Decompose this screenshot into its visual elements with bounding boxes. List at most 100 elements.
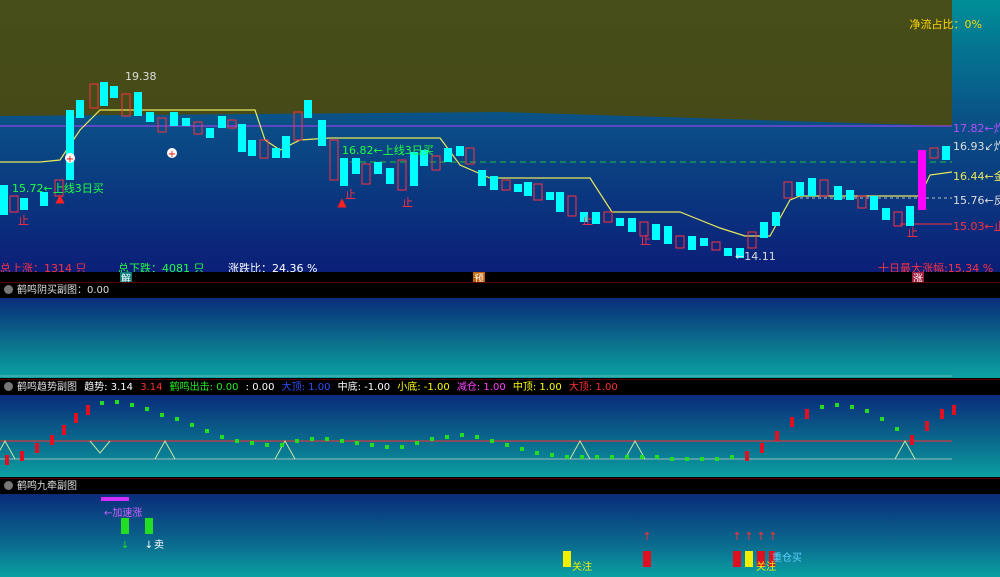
- trend-bar: [340, 439, 344, 443]
- sub1-title: 鹤鸣阴买副图：0.00: [17, 285, 110, 296]
- sub1-panel[interactable]: [0, 298, 1000, 378]
- collapse-icon[interactable]: [4, 382, 13, 391]
- marker-zhang: 涨: [912, 272, 924, 282]
- candle: [942, 146, 950, 160]
- trend-bar: [430, 437, 434, 441]
- marker-jie: 解: [120, 272, 132, 282]
- candle: [808, 178, 816, 196]
- trend-bar: [550, 453, 554, 457]
- candle: [688, 236, 696, 250]
- trend-bars: [5, 400, 956, 465]
- heavy-buy-label: 重仓买: [772, 553, 802, 564]
- price-17-82: 17.82←炸: [953, 122, 1000, 135]
- candle: [397, 159, 407, 191]
- trend-bar: [865, 409, 869, 413]
- trend-bar: [190, 423, 194, 427]
- marker-row: 解 预 涨: [0, 272, 1000, 282]
- svg-text:↑: ↑: [756, 530, 765, 543]
- trend-bar: [310, 437, 314, 441]
- candle: [238, 124, 246, 152]
- trend-bar: [640, 455, 644, 459]
- candle: [819, 179, 829, 197]
- candle: [652, 224, 660, 240]
- candle: [218, 116, 226, 128]
- candle: [514, 184, 522, 192]
- candle: [100, 82, 108, 106]
- main-chart-svg: ▲ ▲ + +: [0, 0, 953, 258]
- candle: [524, 182, 532, 196]
- trend-bar: [835, 403, 839, 407]
- trend-bar: [160, 413, 164, 417]
- sub3-panel[interactable]: ↓ ↓ ↑ ↑ ↑ ↑ ↑ ←加速涨 卖 关注 关注 重仓买: [0, 494, 1000, 577]
- trend-bar: [280, 443, 284, 447]
- watch-label-1: 关注: [572, 562, 592, 573]
- candle: [340, 158, 348, 186]
- trend-bar: [50, 435, 54, 445]
- trend-bar: [74, 413, 78, 423]
- candle: [490, 176, 498, 190]
- candle: [248, 140, 256, 156]
- candle: [700, 238, 708, 246]
- trend-bar: [130, 403, 134, 407]
- marker-yu: 预: [473, 272, 485, 282]
- trend-bar: [145, 407, 149, 411]
- candle: [747, 231, 757, 249]
- candle: [157, 117, 167, 133]
- candle: [0, 185, 8, 215]
- trend-bar: [535, 451, 539, 455]
- candle: [444, 148, 452, 162]
- stat-ratio: 涨跌比：24.36 %: [228, 262, 318, 272]
- legend-item: 鹤鸣出击: 0.00: [166, 382, 239, 393]
- price-high-label: 19.38: [125, 70, 157, 83]
- sub3-titlebar[interactable]: 鹤鸣九牵副图: [0, 478, 1000, 495]
- candle: [76, 100, 84, 118]
- candle: [870, 196, 878, 210]
- candle: [760, 222, 768, 238]
- accel-label: ←加速涨: [104, 508, 143, 519]
- trend-bar: [580, 455, 584, 459]
- trend-bar: [850, 405, 854, 409]
- trend-bar: [5, 455, 9, 465]
- candle: [110, 86, 118, 98]
- candle: [282, 136, 290, 158]
- candle: [170, 112, 178, 126]
- candle: [711, 241, 721, 251]
- candle: [783, 181, 793, 199]
- trend-bar: [460, 433, 464, 437]
- trend-bar: [895, 427, 899, 431]
- trend-bar: [625, 455, 629, 459]
- trend-bar: [62, 425, 66, 435]
- trend-bar: [115, 400, 119, 404]
- trend-bar: [805, 409, 809, 419]
- sub2-titlebar[interactable]: 鹤鸣趋势副图 趋势: 3.14 3.14 鹤鸣出击: 0.00 : 0.00 大…: [0, 379, 1000, 396]
- trend-bar: [175, 417, 179, 421]
- collapse-icon[interactable]: [4, 481, 13, 490]
- trend-bar: [610, 455, 614, 459]
- collapse-icon[interactable]: [4, 285, 13, 294]
- candle: [533, 183, 543, 201]
- candle: [772, 212, 780, 226]
- candle: [567, 195, 577, 217]
- candle: [546, 192, 554, 200]
- svg-text:↓: ↓: [145, 540, 153, 551]
- candle: [374, 162, 382, 174]
- svg-text:↑: ↑: [744, 530, 753, 543]
- svg-text:↓: ↓: [121, 540, 129, 551]
- triangle-markers: [0, 439, 916, 460]
- price-15-76: 15.76←反: [953, 194, 1000, 207]
- sub2-panel[interactable]: [0, 395, 1000, 477]
- trend-bar: [520, 447, 524, 451]
- trend-bar: [760, 443, 764, 453]
- trend-svg: [0, 400, 956, 465]
- trend-bar: [775, 431, 779, 441]
- stop-label-1: 止: [18, 214, 29, 227]
- trend-bar: [475, 435, 479, 439]
- trend-bar: [205, 429, 209, 433]
- candle: [386, 168, 394, 184]
- candle: [304, 100, 312, 118]
- main-chart-panel[interactable]: ▲ ▲ + + 净流占比：0% 19.38 17.82←炸 16.93↙炸 16…: [0, 0, 1000, 272]
- sub1-titlebar[interactable]: 鹤鸣阴买副图：0.00: [0, 282, 1000, 299]
- candle: [664, 226, 672, 244]
- net-flow-label: 净流占比：0%: [909, 18, 982, 31]
- trend-bar: [685, 457, 689, 461]
